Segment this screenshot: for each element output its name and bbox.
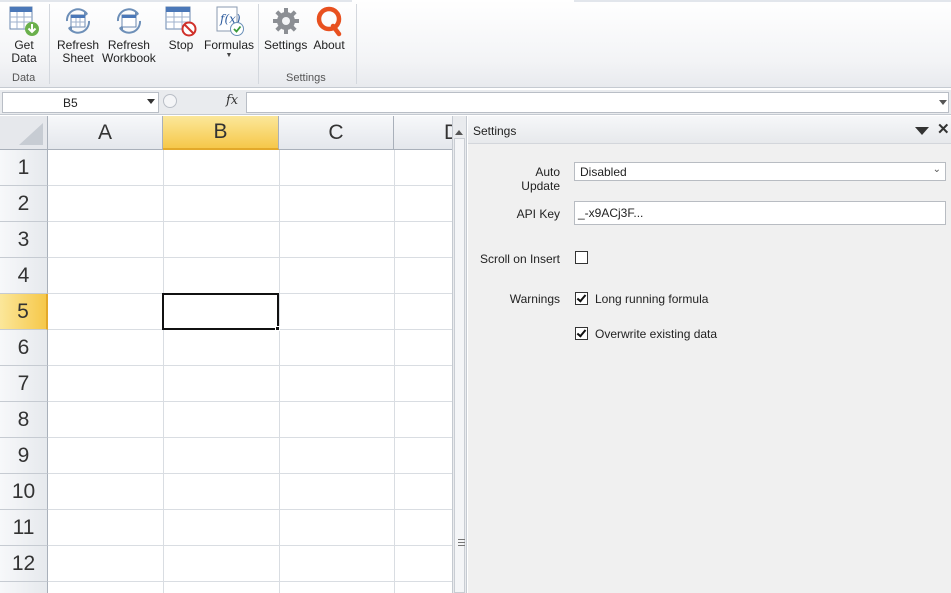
fill-handle[interactable] xyxy=(275,326,280,331)
ribbon: Get Data Data Refresh Sheet Refresh Work… xyxy=(0,0,951,88)
group-label-data: Data xyxy=(12,72,36,84)
grid-line xyxy=(48,257,452,258)
refresh-sheet-label-2: Sheet xyxy=(62,51,94,65)
spreadsheet-grid[interactable]: A B C D 1 2 3 4 5 6 7 8 9 10 11 12 xyxy=(0,116,452,593)
close-icon[interactable]: ✕ xyxy=(937,122,950,137)
long-running-formula-checkbox[interactable] xyxy=(575,292,588,305)
name-box[interactable]: B5 xyxy=(2,92,159,113)
select-all-button[interactable] xyxy=(0,116,48,150)
formula-input[interactable] xyxy=(246,92,949,113)
pane-options-dropdown-icon[interactable] xyxy=(915,127,929,135)
formula-bar-resize-handle[interactable] xyxy=(163,94,177,108)
stop-label: Stop xyxy=(168,38,194,52)
grid-line xyxy=(48,221,452,222)
scroll-up-arrow-icon[interactable] xyxy=(455,130,463,135)
refresh-sheet-icon xyxy=(62,5,94,37)
formulas-button[interactable]: f(x) Formulas ▼ xyxy=(204,5,254,60)
long-running-formula-label: Long running formula xyxy=(595,292,709,306)
grid-line xyxy=(48,509,452,510)
grid-line xyxy=(48,545,452,546)
settings-button[interactable]: Settings xyxy=(264,5,307,52)
table-download-icon xyxy=(8,5,40,37)
api-key-label: API Key xyxy=(516,207,560,221)
group-separator xyxy=(49,4,50,84)
gear-icon xyxy=(270,5,302,37)
row-header-1[interactable]: 1 xyxy=(0,150,48,186)
row-header-12[interactable]: 12 xyxy=(0,546,48,582)
grid-line xyxy=(394,150,395,593)
refresh-workbook-label-2: Workbook xyxy=(102,51,156,65)
row-header-9[interactable]: 9 xyxy=(0,438,48,474)
formulas-label: Formulas xyxy=(204,38,255,52)
ribbon-top-border-left xyxy=(0,0,352,2)
grid-line xyxy=(48,437,452,438)
grid-line xyxy=(48,365,452,366)
auto-update-label: Auto Update xyxy=(521,165,560,193)
group-label-settings: Settings xyxy=(286,72,326,84)
active-cell[interactable] xyxy=(162,293,279,330)
row-header-2[interactable]: 2 xyxy=(0,186,48,222)
overwrite-existing-data-checkbox[interactable] xyxy=(575,327,588,340)
column-header-b[interactable]: B xyxy=(163,116,279,150)
warnings-label: Warnings xyxy=(509,292,560,306)
settings-label: Settings xyxy=(264,38,308,52)
grid-line xyxy=(48,581,452,582)
settings-task-pane: Settings ✕ Auto Update Disabled ⌄ API Ke… xyxy=(468,116,951,593)
row-header-8[interactable]: 8 xyxy=(0,402,48,438)
refresh-sheet-button[interactable]: Refresh Sheet xyxy=(57,5,99,65)
refresh-workbook-icon xyxy=(113,5,145,37)
select-all-triangle-icon xyxy=(19,123,43,145)
expand-formula-bar-icon[interactable] xyxy=(939,100,947,105)
formula-bar-controls: fx xyxy=(160,92,245,113)
scrollbar-grip-icon xyxy=(458,539,465,546)
grid-line xyxy=(163,150,164,593)
row-header-10[interactable]: 10 xyxy=(0,474,48,510)
grid-line xyxy=(48,185,452,186)
ribbon-top-border-right xyxy=(574,0,951,2)
refresh-workbook-button[interactable]: Refresh Workbook xyxy=(102,5,156,65)
get-data-button[interactable]: Get Data xyxy=(8,5,40,65)
row-header-4[interactable]: 4 xyxy=(0,258,48,294)
about-label: About xyxy=(313,38,345,52)
insert-function-button[interactable]: fx xyxy=(226,93,238,108)
checkmark-icon xyxy=(576,292,587,303)
checkmark-icon xyxy=(576,327,587,338)
group-separator xyxy=(258,4,259,84)
scroll-on-insert-label: Scroll on Insert xyxy=(479,252,560,266)
chevron-down-icon: ⌄ xyxy=(932,164,941,175)
overwrite-existing-data-label: Overwrite existing data xyxy=(595,327,718,341)
api-key-input[interactable]: _-x9ACj3F... xyxy=(574,201,946,225)
formulas-dropdown-arrow-icon: ▼ xyxy=(225,52,233,59)
row-header-6[interactable]: 6 xyxy=(0,330,48,366)
group-separator xyxy=(356,4,357,84)
quandl-logo-icon xyxy=(313,5,345,37)
row-header-13[interactable] xyxy=(0,582,48,593)
row-header-7[interactable]: 7 xyxy=(0,366,48,402)
name-box-value: B5 xyxy=(63,96,78,110)
ribbon-top-border xyxy=(0,0,951,2)
stop-button[interactable]: Stop xyxy=(165,5,197,52)
column-header-d[interactable]: D xyxy=(394,116,452,150)
vertical-scrollbar[interactable] xyxy=(452,116,467,593)
auto-update-value: Disabled xyxy=(580,165,627,179)
function-icon: f(x) xyxy=(213,5,245,37)
scroll-on-insert-checkbox[interactable] xyxy=(575,251,588,264)
name-box-dropdown-icon[interactable] xyxy=(147,99,155,104)
column-header-c[interactable]: C xyxy=(279,116,394,150)
row-header-3[interactable]: 3 xyxy=(0,222,48,258)
scrollbar-thumb[interactable] xyxy=(454,138,465,593)
grid-line xyxy=(48,401,452,402)
row-header-5[interactable]: 5 xyxy=(0,294,48,330)
about-button[interactable]: About xyxy=(313,5,345,52)
stop-icon xyxy=(165,5,197,37)
pane-title: Settings xyxy=(473,124,517,138)
auto-update-select[interactable]: Disabled ⌄ xyxy=(574,162,946,181)
column-header-a[interactable]: A xyxy=(48,116,163,150)
formula-bar: B5 fx xyxy=(0,90,951,115)
get-data-label-2: Data xyxy=(11,51,37,65)
row-header-11[interactable]: 11 xyxy=(0,510,48,546)
grid-line xyxy=(48,473,452,474)
grid-line xyxy=(279,150,280,593)
pane-header: Settings ✕ xyxy=(468,116,951,144)
